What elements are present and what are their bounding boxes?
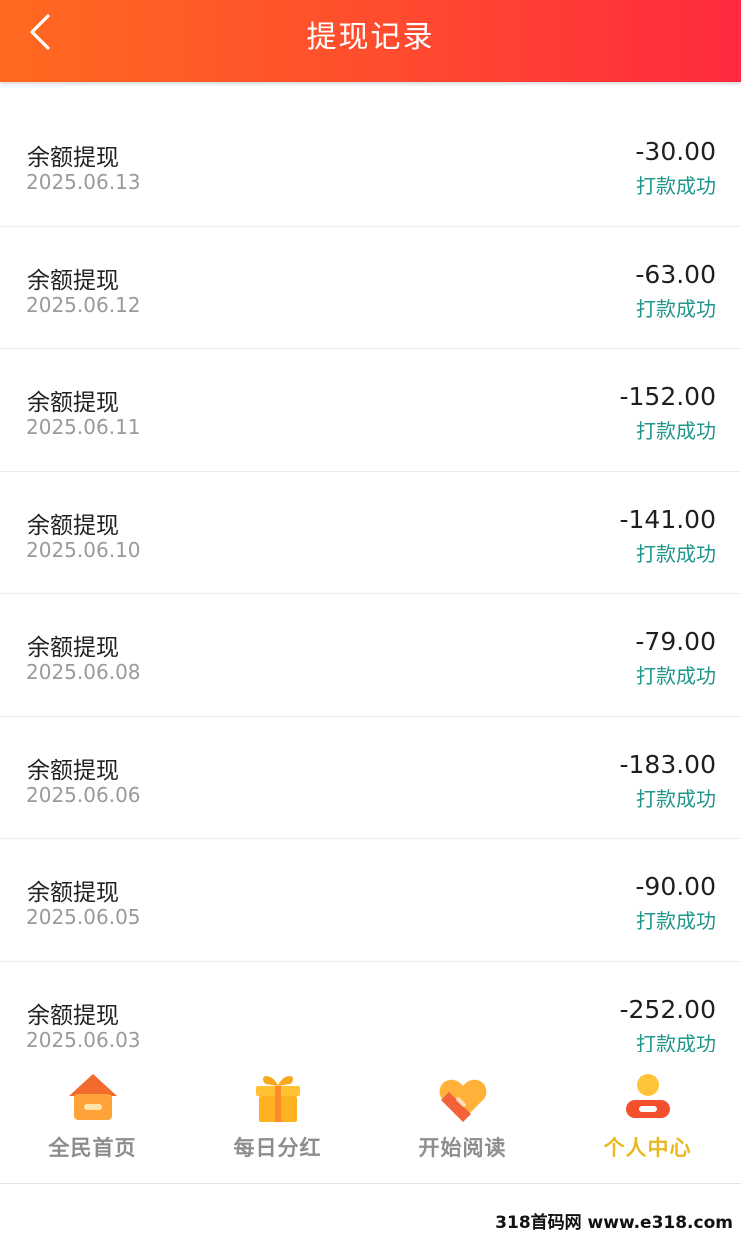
home-icon bbox=[68, 1074, 117, 1120]
record-amount: -141.00 bbox=[619, 504, 717, 534]
record-title: 余额提现 bbox=[27, 1002, 119, 1029]
list-item[interactable]: 余额提现 2025.06.08 -79.00 打款成功 bbox=[0, 594, 741, 717]
record-amount: -90.00 bbox=[635, 872, 716, 901]
top-navigation-bar: 提现记录 bbox=[0, 0, 741, 82]
record-date: 2025.06.08 bbox=[26, 660, 141, 684]
withdrawal-record-list: 余额提现 2025.06.13 -30.00 打款成功 余额提现 2025.06… bbox=[0, 104, 741, 1084]
tab-personal-center[interactable]: 个人中心 bbox=[555, 1052, 740, 1184]
record-status: 打款成功 bbox=[636, 296, 716, 321]
record-amount: -63.00 bbox=[635, 259, 716, 289]
tab-personal-center-label: 个人中心 bbox=[603, 1136, 692, 1160]
record-date: 2025.06.06 bbox=[26, 782, 141, 807]
list-item[interactable]: 余额提现 2025.06.11 -152.00 打款成功 bbox=[0, 349, 741, 472]
record-date: 2025.06.03 bbox=[26, 1027, 141, 1052]
record-status: 打款成功 bbox=[636, 541, 716, 566]
list-item[interactable]: 余额提现 2025.06.05 -90.00 打款成功 bbox=[0, 839, 741, 962]
record-status: 打款成功 bbox=[636, 786, 716, 811]
record-title: 余额提现 bbox=[27, 390, 119, 416]
list-item[interactable]: 余额提现 2025.06.13 -30.00 打款成功 bbox=[0, 104, 741, 227]
list-item[interactable]: 余额提现 2025.06.12 -63.00 打款成功 bbox=[0, 227, 741, 349]
record-title: 余额提现 bbox=[27, 145, 119, 171]
record-title: 余额提现 bbox=[27, 757, 119, 784]
record-status: 打款成功 bbox=[636, 174, 716, 198]
person-icon bbox=[625, 1074, 670, 1118]
record-title: 余额提现 bbox=[27, 635, 119, 661]
list-item[interactable]: 余额提现 2025.06.10 -141.00 打款成功 bbox=[0, 472, 741, 594]
record-title: 余额提现 bbox=[27, 512, 119, 539]
tab-start-reading-label: 开始阅读 bbox=[418, 1136, 507, 1160]
tab-home-label: 全民首页 bbox=[48, 1136, 137, 1160]
record-amount: -30.00 bbox=[635, 137, 716, 166]
tab-daily-dividend[interactable]: 每日分红 bbox=[185, 1052, 370, 1184]
tab-home[interactable]: 全民首页 bbox=[0, 1052, 185, 1184]
heart-tag-icon bbox=[439, 1079, 486, 1122]
record-status: 打款成功 bbox=[636, 664, 716, 688]
record-date: 2025.06.05 bbox=[26, 905, 141, 929]
list-item[interactable]: 余额提现 2025.06.06 -183.00 打款成功 bbox=[0, 717, 741, 839]
record-date: 2025.06.10 bbox=[26, 537, 141, 562]
record-date: 2025.06.13 bbox=[26, 170, 141, 194]
record-date: 2025.06.11 bbox=[26, 415, 141, 439]
record-amount: -152.00 bbox=[619, 382, 717, 411]
record-status: 打款成功 bbox=[636, 909, 716, 933]
bottom-tab-bar: 全民首页 每日分红 开始阅读 个人中心 bbox=[0, 1052, 741, 1184]
record-amount: -183.00 bbox=[619, 749, 717, 779]
record-amount: -79.00 bbox=[635, 627, 716, 656]
page-title: 提现记录 bbox=[306, 20, 435, 55]
tab-start-reading[interactable]: 开始阅读 bbox=[370, 1052, 555, 1184]
record-amount: -252.00 bbox=[619, 994, 717, 1024]
record-title: 余额提现 bbox=[27, 267, 119, 294]
watermark-text: 318首码网 www.e318.com bbox=[495, 1213, 733, 1233]
record-date: 2025.06.12 bbox=[26, 292, 141, 317]
gift-icon bbox=[255, 1076, 300, 1122]
record-status: 打款成功 bbox=[636, 419, 716, 443]
record-title: 余额提现 bbox=[27, 880, 119, 906]
tab-daily-dividend-label: 每日分红 bbox=[233, 1136, 322, 1160]
